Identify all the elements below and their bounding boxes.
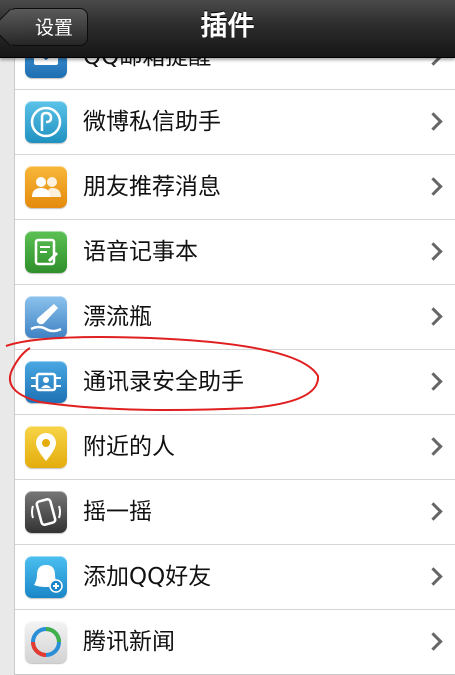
list-item-label: 通讯录安全助手 bbox=[83, 369, 244, 395]
list-item-people-nearby[interactable]: 附近的人 bbox=[15, 415, 455, 480]
navigation-bar: 设置 插件 bbox=[0, 0, 455, 58]
bottle-icon bbox=[25, 296, 67, 338]
chevron-right-icon bbox=[424, 307, 443, 326]
list-item-label: 摇一摇 bbox=[83, 499, 152, 525]
chevron-right-icon bbox=[424, 632, 443, 651]
list-item-label: 微博私信助手 bbox=[83, 109, 221, 135]
list-item-shake[interactable]: 摇一摇 bbox=[15, 480, 455, 545]
location-pin-icon bbox=[25, 426, 67, 468]
chevron-right-icon bbox=[424, 112, 443, 131]
list-item-label: 附近的人 bbox=[83, 434, 175, 460]
friends-icon bbox=[25, 166, 67, 208]
list-item-voice-notepad[interactable]: 语音记事本 bbox=[15, 220, 455, 285]
list-item-friend-recommendations[interactable]: 朋友推荐消息 bbox=[15, 155, 455, 220]
list-item-contacts-security[interactable]: 通讯录安全助手 bbox=[15, 350, 455, 415]
chevron-right-icon bbox=[424, 437, 443, 456]
list-item-drift-bottle[interactable]: 漂流瓶 bbox=[15, 285, 455, 350]
contacts-sync-icon bbox=[25, 361, 67, 403]
weibo-icon bbox=[25, 101, 67, 143]
list-item-weibo-messages[interactable]: 微博私信助手 bbox=[15, 90, 455, 155]
qq-add-friend-icon bbox=[25, 556, 67, 598]
list-item-label: 漂流瓶 bbox=[83, 304, 152, 330]
tencent-news-icon bbox=[25, 621, 67, 663]
shake-phone-icon bbox=[25, 491, 67, 533]
chevron-right-icon bbox=[424, 502, 443, 521]
chevron-right-icon bbox=[424, 242, 443, 261]
notepad-icon bbox=[25, 231, 67, 273]
list-item-label: 语音记事本 bbox=[83, 239, 198, 265]
page-title: 插件 bbox=[200, 11, 255, 42]
list-item-tencent-news[interactable]: 腾讯新闻 bbox=[15, 610, 455, 674]
chevron-right-icon bbox=[424, 372, 443, 391]
chevron-right-icon bbox=[424, 567, 443, 586]
list-item-add-qq-friend[interactable]: 添加QQ好友 bbox=[15, 545, 455, 610]
list-item-label: 朋友推荐消息 bbox=[83, 174, 221, 200]
chevron-right-icon bbox=[424, 177, 443, 196]
plugin-list: QQ邮箱提醒 微博私信助手 朋友推荐消息 语音记事本 漂流瓶 bbox=[14, 24, 455, 675]
list-item-label: 添加QQ好友 bbox=[83, 564, 212, 590]
list-item-label: 腾讯新闻 bbox=[83, 629, 175, 655]
